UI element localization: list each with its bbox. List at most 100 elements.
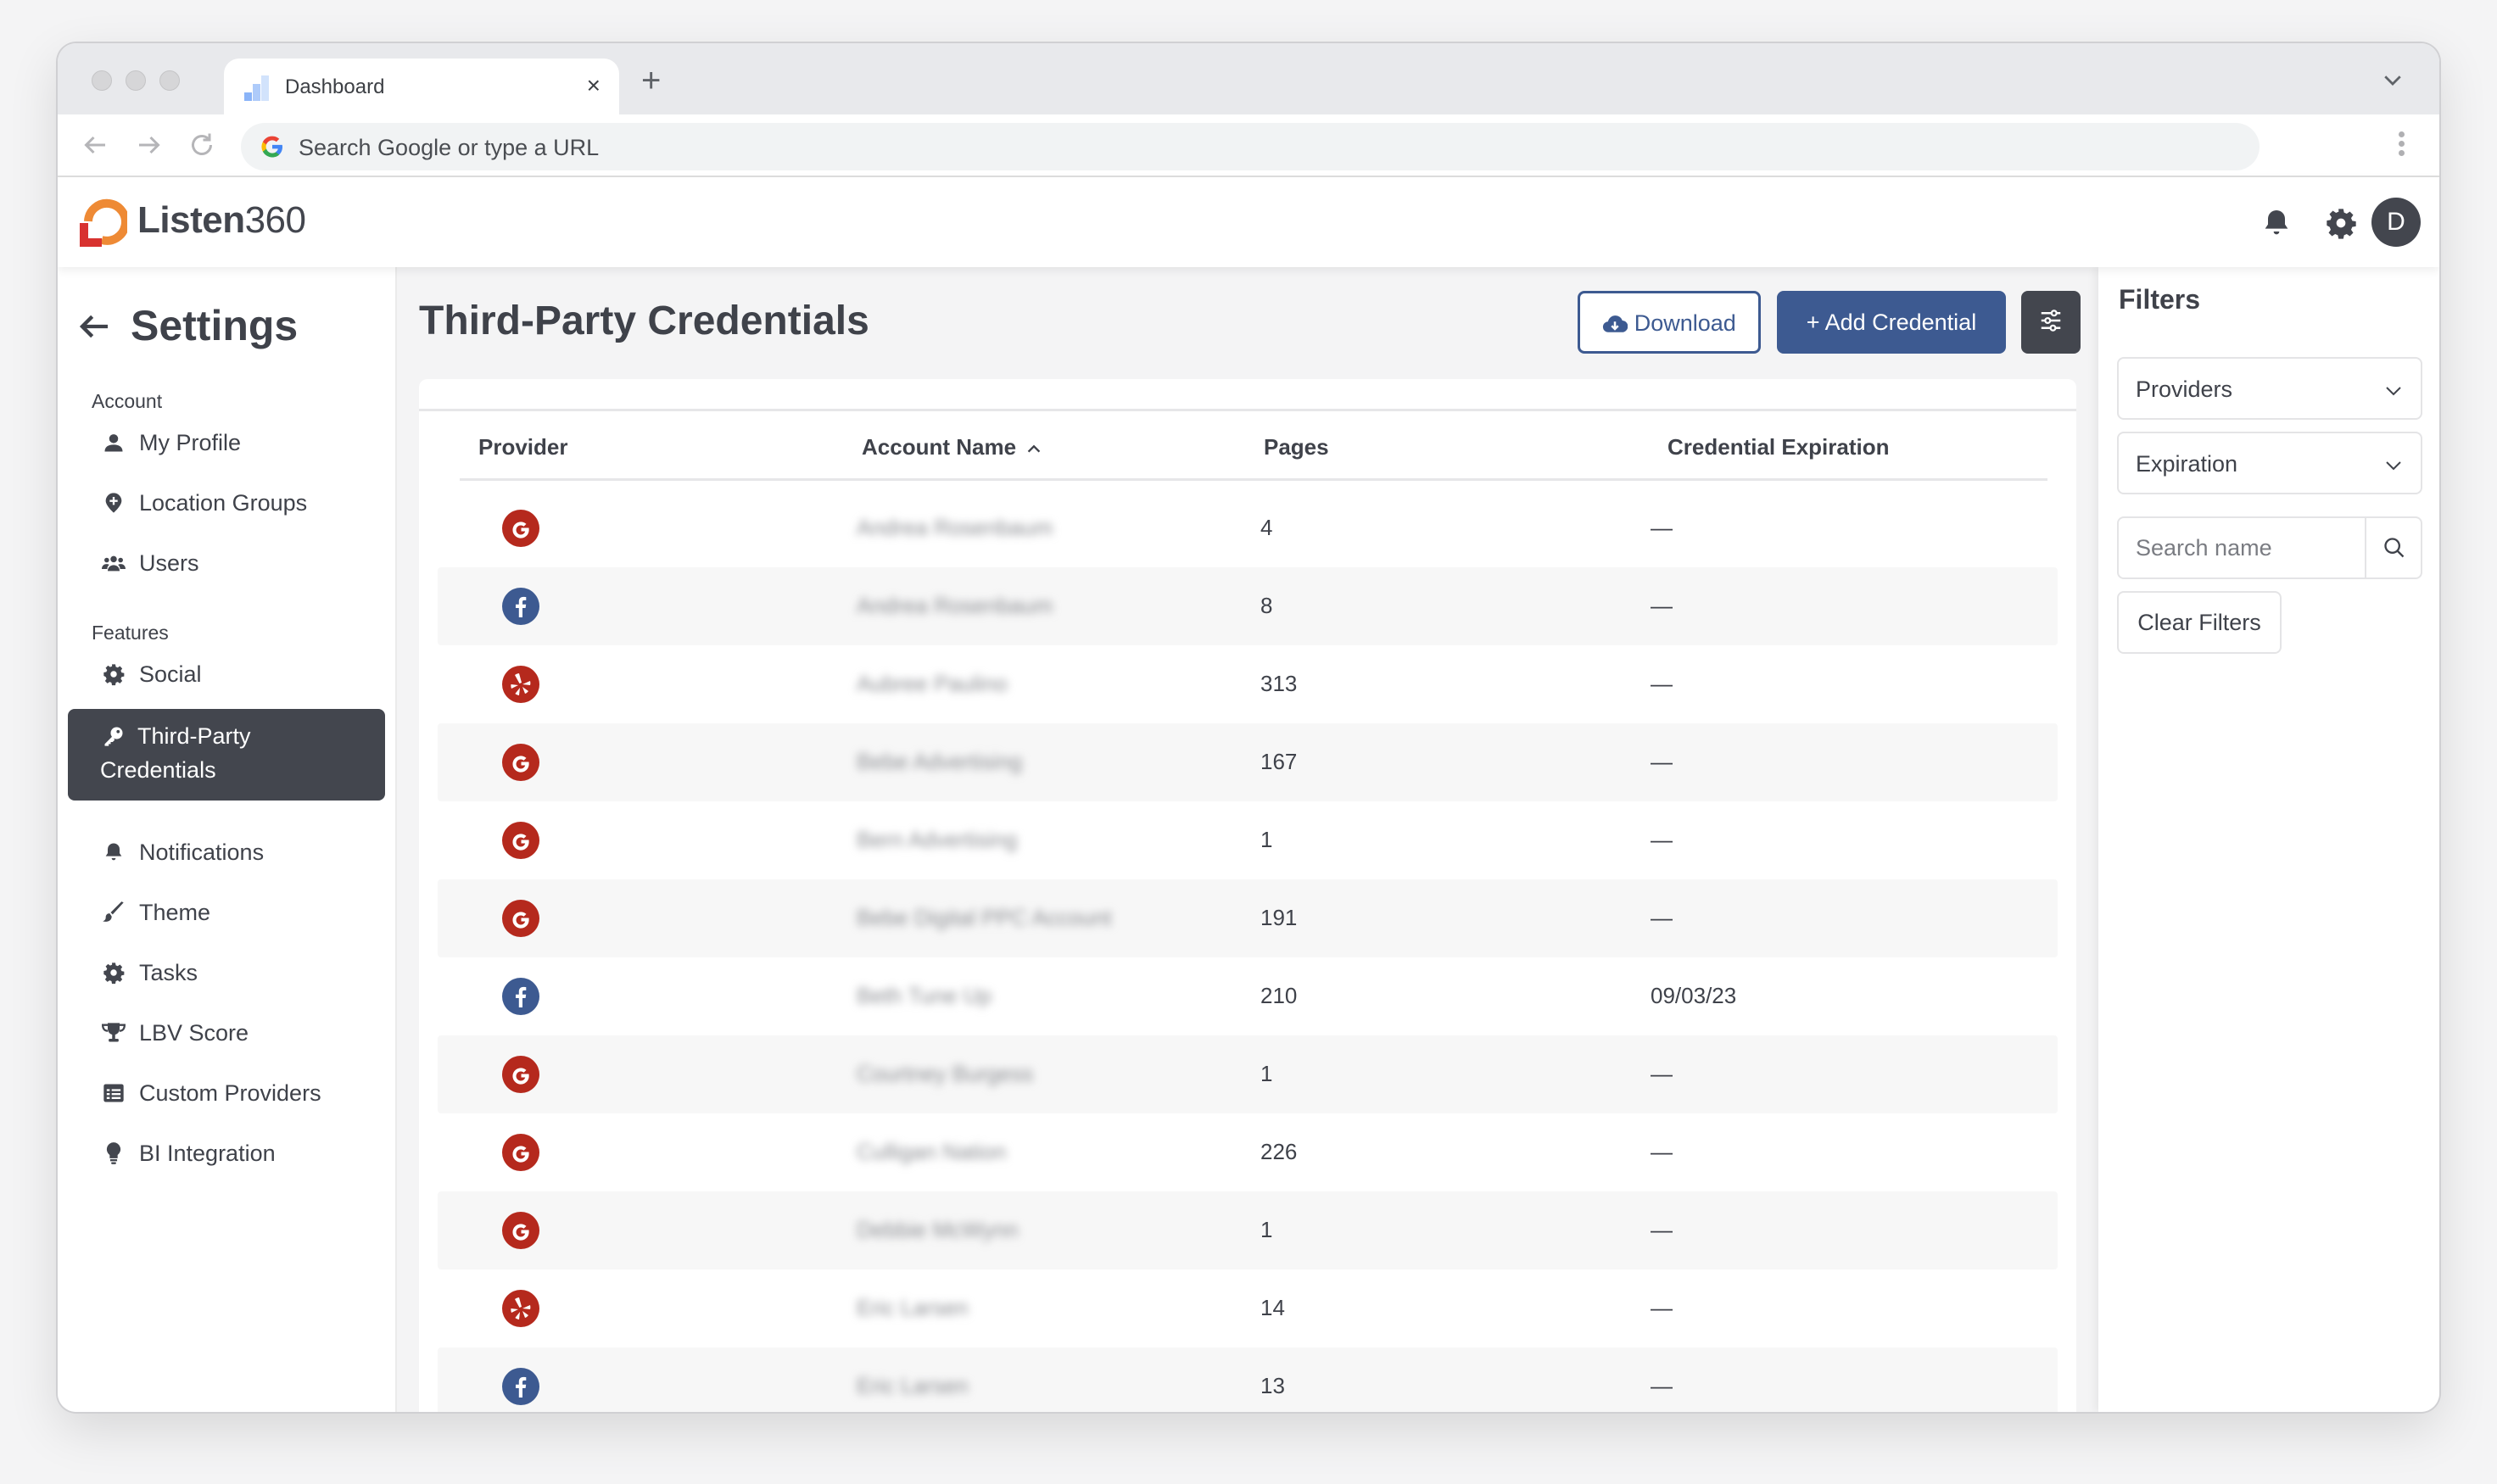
sidebar-item-lbv-score[interactable]: LBV Score [68,1009,385,1055]
pages-cell: 210 [1260,983,1298,1008]
window-close-dot[interactable] [92,70,112,91]
omnibox[interactable]: Search Google or type a URL [241,123,2260,170]
browser-window: Dashboard × + Search Google or type a UR… [58,43,2439,1412]
back-arrow-icon[interactable] [78,310,112,343]
providers-select[interactable]: Providers [2117,357,2422,420]
pages-cell: 167 [1260,749,1298,774]
google-icon [502,822,539,859]
bar-chart-favicon-icon [244,75,270,101]
sidebar-item-label: My Profile [139,430,242,455]
user-icon [104,434,123,452]
pages-cell: 313 [1260,671,1298,696]
expiration-select-label: Expiration [2136,451,2238,477]
expiration-cell: — [1651,671,1673,696]
google-icon [502,1056,539,1093]
search-name-input[interactable] [2119,518,2365,577]
sidebar-item-label: BI Integration [139,1141,276,1166]
expiration-cell: 09/03/23 [1651,983,1737,1008]
table-row[interactable]: Bebe Advertising 167 — [438,723,2058,801]
table-row[interactable]: Eric Larsen 13 — [438,1347,2058,1412]
expiration-cell: — [1651,593,1673,618]
table-row[interactable]: Andrea Rosenbaum 4 — [438,489,2058,567]
google-icon [502,1212,539,1249]
sidebar-item-my-profile[interactable]: My Profile [68,419,385,465]
pages-cell: 1 [1260,827,1273,852]
expiration-cell: — [1651,827,1673,852]
chevron-down-icon [2386,461,2401,471]
new-tab-button[interactable]: + [641,64,661,98]
account-name-cell: Aubree Paulino [857,671,1008,696]
page-title: Third-Party Credentials [419,298,869,343]
back-icon[interactable] [80,130,110,160]
providers-select-label: Providers [2136,377,2233,402]
expiration-cell: — [1651,1061,1673,1086]
account-name-cell: Beth Tune Up [857,983,992,1008]
user-avatar[interactable]: D [2371,198,2421,247]
bell-icon[interactable] [2260,206,2293,240]
window-maximize-dot[interactable] [159,70,180,91]
table-row[interactable]: Eric Larsen 14 — [438,1269,2058,1347]
sidebar-item-location-groups[interactable]: Location Groups [68,479,385,525]
sidebar-item-label: Social [139,661,202,687]
browser-menu-icon[interactable] [2399,131,2405,160]
app-header: Listen360 D [58,177,2439,267]
trophy-icon [102,1023,126,1042]
map-marker-plus-icon [105,493,122,513]
sidebar-item-users[interactable]: Users [68,539,385,585]
sidebar-item-social[interactable]: Social [68,650,385,696]
main-content: Third-Party Credentials Download + Add C… [397,267,2098,1412]
account-name-cell: Culligan Nation [857,1139,1007,1164]
sidebar-item-custom-providers[interactable]: Custom Providers [68,1069,385,1115]
sidebar-item-label: LBV Score [139,1020,249,1046]
table-row[interactable]: Andrea Rosenbaum 8 — [438,567,2058,645]
gear-icon[interactable] [2324,206,2358,240]
browser-tab-dashboard[interactable]: Dashboard × [224,59,619,114]
tab-close-icon[interactable]: × [587,72,601,99]
column-header-provider[interactable]: Provider [478,434,568,460]
address-bar-row: Search Google or type a URL [58,114,2439,177]
table-row[interactable]: Culligan Nation 226 — [438,1113,2058,1191]
expiration-select[interactable]: Expiration [2117,432,2422,494]
table-row[interactable]: Courtney Burgess 1 — [438,1035,2058,1113]
sliders-icon [2041,310,2061,332]
sidebar-item-tasks[interactable]: Tasks [68,949,385,995]
reload-icon[interactable] [187,130,217,160]
add-credential-button[interactable]: + Add Credential [1777,291,2006,354]
column-header-pages[interactable]: Pages [1264,434,1329,460]
sidebar-item-third-party-credentials[interactable]: Third-Party Credentials [68,709,385,801]
sidebar-item-theme[interactable]: Theme [68,889,385,934]
sort-ascending-icon [1027,444,1041,453]
account-name-cell: Andrea Rosenbaum [857,593,1053,618]
table-row[interactable]: Debbie McWynn 1 — [438,1191,2058,1269]
column-header-credential-expiration[interactable]: Credential Expiration [1667,434,1890,460]
yelp-icon [502,666,539,703]
expiration-cell: — [1651,1295,1673,1320]
sidebar-item-bi-integration[interactable]: BI Integration [68,1130,385,1175]
download-button[interactable]: Download [1578,291,1761,354]
sidebar-item-notifications[interactable]: Notifications [68,828,385,874]
account-name-cell: Eric Larsen [857,1373,969,1398]
download-label: Download [1634,310,1736,336]
clear-filters-button[interactable]: Clear Filters [2117,591,2282,654]
sidebar-item-label: Notifications [139,840,265,865]
yelp-icon [502,1290,539,1327]
column-header-account-name[interactable]: Account Name [862,434,1043,460]
credentials-table-card: Provider Account Name Pages Credential E… [419,379,2076,1412]
brand-number: 360 [244,199,306,241]
table-row[interactable]: Beth Tune Up 210 09/03/23 [438,957,2058,1035]
google-icon [502,744,539,781]
expiration-cell: — [1651,749,1673,774]
search-button[interactable] [2365,518,2421,577]
users-icon [102,555,126,572]
lightbulb-icon [106,1142,121,1164]
section-label-account: Account [92,390,163,412]
table-settings-button[interactable] [2021,291,2081,354]
table-row[interactable]: Bebe Digital PPC Account 191 — [438,879,2058,957]
google-icon [502,900,539,937]
table-row[interactable]: Bern Advertising 1 — [438,801,2058,879]
table-row[interactable]: Aubree Paulino 313 — [438,645,2058,723]
window-minimize-dot[interactable] [126,70,146,91]
forward-icon[interactable] [134,130,165,160]
listen360-logo-icon[interactable] [76,196,127,248]
chevron-down-icon[interactable] [2380,67,2405,92]
